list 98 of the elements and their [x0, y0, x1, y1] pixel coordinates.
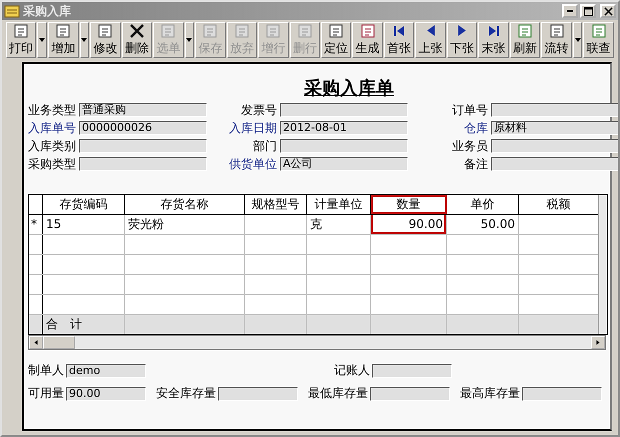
field-label: 订单号 — [452, 102, 488, 118]
column-header[interactable]: 单价 — [447, 195, 519, 214]
minimize-icon — [567, 10, 573, 12]
dropdown-button[interactable] — [80, 22, 90, 58]
input-field[interactable]: A公司 — [280, 157, 408, 171]
toolbar-button[interactable]: 联查 — [583, 22, 614, 58]
dropdown-button[interactable] — [37, 22, 48, 58]
toolbar-icon — [128, 23, 146, 39]
field-label: 发票号 — [241, 102, 277, 118]
field-label: 最高库存量 — [460, 385, 520, 402]
toolbar-icon — [54, 23, 72, 39]
close-button[interactable] — [600, 4, 616, 18]
toolbar-icon — [12, 23, 30, 39]
column-header[interactable]: 数量 — [371, 195, 447, 214]
input-field[interactable] — [218, 386, 298, 400]
toolbar-icon — [264, 23, 282, 39]
toolbar-button[interactable]: 末张 — [478, 22, 509, 58]
field-label: 可用量 — [28, 385, 64, 402]
input-field[interactable]: 0000000026 — [79, 121, 207, 135]
input-field[interactable] — [522, 386, 602, 400]
toolbar-icon — [516, 23, 534, 39]
field-label: 供货单位 — [229, 156, 277, 172]
toolbar-button[interactable]: 首张 — [384, 22, 414, 58]
field-label: 入库类别 — [28, 138, 76, 154]
scrollbar-thumb[interactable] — [43, 336, 75, 349]
input-field[interactable] — [372, 364, 452, 378]
dropdown-button[interactable] — [572, 22, 582, 58]
close-icon — [604, 6, 612, 16]
toolbar-button[interactable]: 上张 — [415, 22, 446, 58]
toolbar-icon — [458, 25, 466, 36]
input-field[interactable] — [79, 157, 207, 171]
window-title: 采购入库 — [23, 2, 71, 20]
input-field[interactable] — [491, 139, 618, 153]
caret-icon — [574, 38, 581, 42]
toolbar-icon — [327, 23, 346, 39]
input-field[interactable] — [79, 139, 207, 153]
input-field[interactable] — [491, 157, 618, 171]
toolbar-icon — [201, 23, 220, 39]
scroll-left-icon[interactable] — [29, 336, 43, 349]
caret-icon — [39, 38, 46, 42]
field-label: 采购类型 — [28, 156, 76, 172]
table-cell: 90.00 — [371, 215, 447, 234]
toolbar-icon — [96, 23, 114, 39]
toolbar-button[interactable]: 刷新 — [510, 22, 540, 58]
input-field[interactable] — [491, 103, 618, 117]
minimize-button[interactable] — [562, 4, 578, 18]
column-header[interactable]: 计量单位 — [307, 195, 371, 214]
vertical-scrollbar[interactable] — [598, 195, 607, 334]
caret-icon — [186, 38, 192, 42]
column-header[interactable]: 存货名称 — [125, 195, 245, 214]
toolbar-icon — [590, 23, 608, 39]
field-label: 业务类型 — [28, 102, 76, 118]
horizontal-scrollbar[interactable] — [28, 335, 606, 350]
form-title: 采购入库单 — [304, 77, 394, 100]
field-label: 入库单号 — [28, 120, 76, 136]
toolbar-button[interactable]: 打印 — [6, 22, 36, 58]
field-label: 制单人 — [28, 362, 64, 379]
maximize-icon — [584, 6, 592, 16]
toolbar-icon — [358, 23, 377, 39]
scroll-right-icon[interactable] — [591, 336, 605, 349]
field-label: 业务员 — [452, 138, 488, 154]
field-label: 部门 — [253, 138, 277, 154]
input-field[interactable]: 90.00 — [66, 386, 146, 400]
table-cell: 荧光粉 — [125, 215, 245, 234]
field-label: 入库日期 — [229, 120, 277, 136]
maximize-button[interactable] — [580, 4, 596, 18]
field-label: 仓库 — [464, 120, 488, 136]
toolbar-button[interactable]: 删除 — [122, 22, 152, 58]
toolbar-button[interactable]: 定位 — [321, 22, 352, 58]
folder-icon — [4, 4, 20, 18]
total-label: 合 计 — [43, 315, 125, 334]
input-field[interactable]: 原材料 — [491, 121, 618, 135]
toolbar-icon — [232, 23, 251, 39]
table-cell: 50.00 — [447, 215, 519, 234]
input-field[interactable]: 2012-08-01 — [280, 121, 408, 135]
caret-icon — [81, 38, 88, 42]
toolbar-icon — [296, 23, 314, 39]
table-cell: 克 — [307, 215, 371, 234]
toolbar-icon — [426, 25, 435, 36]
toolbar-icon — [548, 23, 566, 39]
toolbar-button[interactable]: 增加 — [48, 22, 79, 58]
field-label: 备注 — [464, 156, 488, 172]
field-label: 最低库存量 — [308, 385, 368, 402]
input-field[interactable] — [280, 139, 408, 153]
field-label: 安全库存量 — [156, 385, 216, 402]
input-field[interactable] — [280, 103, 408, 117]
table-cell: 15 — [43, 215, 125, 234]
toolbar-button[interactable]: 修改 — [90, 22, 121, 58]
toolbar-icon — [159, 23, 178, 39]
input-field[interactable]: 普通采购 — [79, 103, 207, 117]
column-header[interactable]: 存货编码 — [43, 195, 125, 214]
input-field[interactable] — [370, 386, 450, 400]
column-header[interactable]: 规格型号 — [245, 195, 307, 214]
input-field[interactable]: demo — [66, 364, 146, 378]
toolbar-button[interactable]: 生成 — [352, 22, 383, 58]
toolbar-button[interactable]: 流转 — [541, 22, 572, 58]
toolbar-button[interactable]: 下张 — [446, 22, 478, 58]
field-label: 记账人 — [334, 362, 370, 379]
